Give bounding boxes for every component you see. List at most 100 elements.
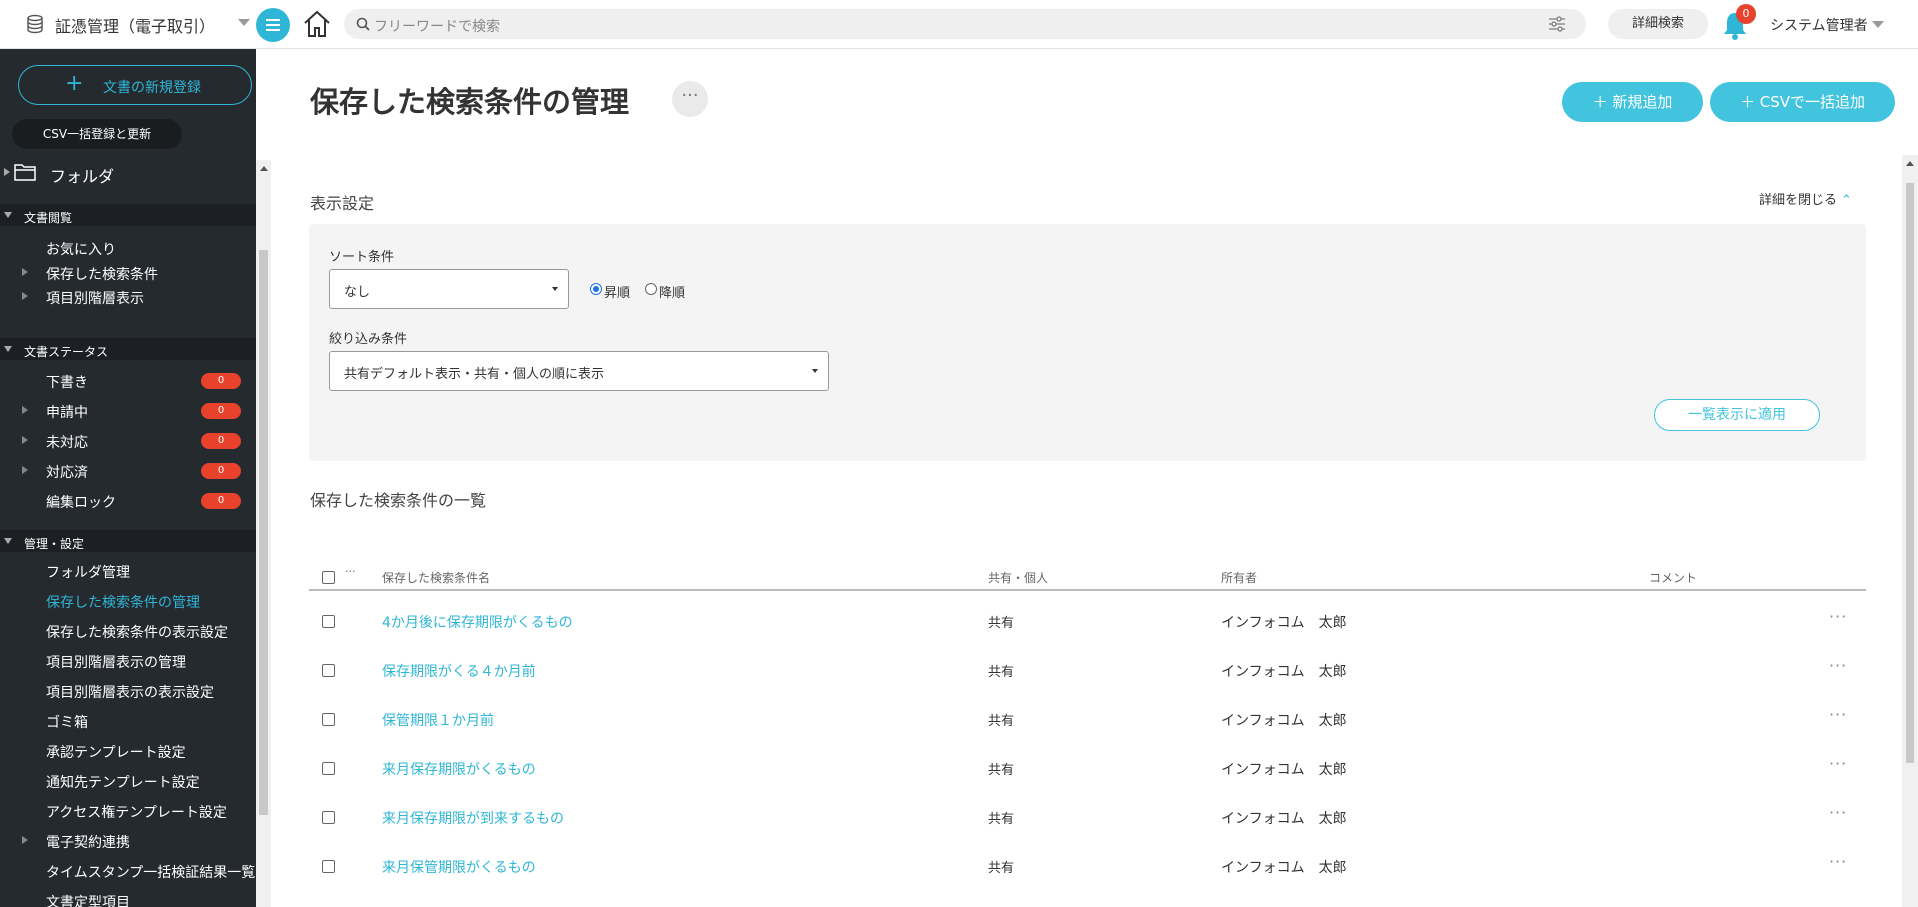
column-header-comment[interactable]: コメント — [1649, 569, 1697, 586]
main-scrollbar[interactable] — [1902, 155, 1918, 907]
sort-select[interactable]: なし — [329, 269, 569, 309]
expand-icon[interactable] — [4, 168, 10, 176]
apply-to-list-button[interactable]: 一覧表示に適用 — [1654, 399, 1820, 431]
collapse-icon — [4, 212, 12, 218]
column-menu-icon[interactable]: ··· — [345, 565, 356, 578]
section-status[interactable]: 文書ステータス — [0, 338, 256, 360]
column-header-share[interactable]: 共有・個人 — [988, 569, 1048, 586]
row-checkbox[interactable] — [322, 664, 335, 677]
section-admin[interactable]: 管理・設定 — [0, 530, 256, 552]
sidebar-item-label: 承認テンプレート設定 — [46, 745, 186, 761]
sidebar-item-access-template[interactable]: アクセス権テンプレート設定 — [0, 796, 256, 824]
scroll-up-icon[interactable] — [1906, 161, 1914, 166]
home-icon[interactable] — [302, 9, 332, 39]
sidebar-item-unhandled[interactable]: 未対応 0 — [0, 426, 256, 454]
table-row: 来月保存期限が到来するもの 共有 インフォコム 太郎 ··· — [309, 793, 1866, 842]
expand-icon[interactable] — [22, 836, 28, 844]
share-cell: 共有 — [988, 714, 1015, 729]
expand-icon[interactable] — [22, 406, 28, 414]
expand-icon[interactable] — [22, 292, 28, 300]
saved-search-link[interactable]: 来月保管期限がくるもの — [382, 857, 536, 877]
expand-icon[interactable] — [22, 268, 28, 276]
filter-value: 共有デフォルト表示・共有・個人の順に表示 — [344, 367, 605, 382]
sidebar-item-label: 項目別階層表示の管理 — [46, 655, 186, 671]
row-more-button[interactable]: ··· — [1829, 656, 1847, 675]
csv-bulk-add-button[interactable]: ＋ CSVで一括追加 — [1710, 82, 1895, 122]
sidebar-item-fixed-fields[interactable]: 文書定型項目 — [0, 886, 256, 907]
add-new-label: 新規追加 — [1612, 93, 1673, 111]
scrollbar-thumb[interactable] — [259, 250, 268, 815]
search-input[interactable]: フリーワードで検索 — [374, 16, 500, 36]
sidebar-item-approval-template[interactable]: 承認テンプレート設定 — [0, 736, 256, 764]
row-more-button[interactable]: ··· — [1829, 705, 1847, 724]
row-checkbox[interactable] — [322, 762, 335, 775]
folder-label: フォルダ — [50, 167, 115, 186]
row-checkbox[interactable] — [322, 713, 335, 726]
sidebar-item-e-contract[interactable]: 電子契約連携 — [0, 826, 256, 854]
saved-search-link[interactable]: 保管期限１か月前 — [382, 710, 494, 730]
sidebar-item-draft[interactable]: 下書き 0 — [0, 366, 256, 394]
saved-search-link[interactable]: 保存期限がくる４か月前 — [382, 661, 536, 681]
sidebar-item-folder[interactable]: フォルダ — [0, 157, 256, 187]
sidebar: + 文書の新規登録 CSV一括登録と更新 フォルダ 文書閲覧 お気に入り 保存し… — [0, 49, 256, 907]
scroll-up-icon[interactable] — [260, 166, 268, 171]
sidebar-item-notify-template[interactable]: 通知先テンプレート設定 — [0, 766, 256, 794]
advanced-search-button[interactable]: 詳細検索 — [1608, 9, 1708, 39]
menu-toggle-button[interactable] — [256, 8, 290, 42]
row-more-button[interactable]: ··· — [1829, 852, 1847, 871]
new-document-button[interactable]: + 文書の新規登録 — [18, 65, 252, 105]
row-checkbox[interactable] — [322, 860, 335, 873]
page-title: 保存した検索条件の管理 — [310, 85, 630, 119]
chevron-up-icon: ⌃ — [1841, 193, 1852, 208]
saved-search-link[interactable]: 来月保存期限が到来するもの — [382, 808, 564, 828]
expand-icon[interactable] — [22, 466, 28, 474]
app-switcher[interactable]: 証憑管理（電子取引） — [0, 0, 256, 49]
sidebar-scrollbar[interactable] — [256, 160, 271, 907]
select-all-checkbox[interactable] — [322, 571, 335, 584]
column-header-name[interactable]: 保存した検索条件名 — [382, 569, 490, 586]
sidebar-item-hierarchy-admin[interactable]: 項目別階層表示の管理 — [0, 646, 256, 674]
sidebar-item-folder-admin[interactable]: フォルダ管理 — [0, 556, 256, 584]
saved-search-link[interactable]: 4か月後に保存期限がくるもの — [382, 612, 573, 632]
sort-label: ソート条件 — [329, 250, 395, 265]
owner-cell: インフォコム 太郎 — [1221, 762, 1347, 778]
owner-cell: インフォコム 太郎 — [1221, 860, 1347, 876]
order-desc-radio[interactable] — [645, 283, 657, 295]
row-more-button[interactable]: ··· — [1829, 607, 1847, 626]
sidebar-item-favorites[interactable]: お気に入り — [0, 233, 256, 261]
row-more-button[interactable]: ··· — [1829, 754, 1847, 773]
order-asc-radio[interactable] — [590, 283, 602, 295]
collapse-details-link[interactable]: 詳細を閉じる ⌃ — [1759, 189, 1852, 208]
sidebar-item-handled[interactable]: 対応済 0 — [0, 456, 256, 484]
sidebar-item-label: 対応済 — [46, 465, 88, 481]
column-header-owner[interactable]: 所有者 — [1221, 569, 1257, 586]
sidebar-item-label: 通知先テンプレート設定 — [46, 775, 200, 791]
filter-settings-icon[interactable] — [1548, 16, 1566, 32]
count-badge: 0 — [201, 463, 241, 479]
csv-bulk-button[interactable]: CSV一括登録と更新 — [12, 119, 182, 149]
row-more-button[interactable]: ··· — [1829, 803, 1847, 822]
row-checkbox[interactable] — [322, 811, 335, 824]
sidebar-item-hierarchy-display[interactable]: 項目別階層表示の表示設定 — [0, 676, 256, 704]
saved-search-link[interactable]: 来月保存期限がくるもの — [382, 759, 536, 779]
user-menu[interactable]: システム管理者 — [1770, 15, 1868, 35]
scrollbar-thumb[interactable] — [1906, 183, 1914, 763]
expand-icon[interactable] — [22, 436, 28, 444]
row-checkbox[interactable] — [322, 615, 335, 628]
table-row: 保管期限１か月前 共有 インフォコム 太郎 ··· — [309, 695, 1866, 744]
sidebar-item-applying[interactable]: 申請中 0 — [0, 396, 256, 424]
search-bar[interactable]: フリーワードで検索 — [344, 9, 1586, 39]
sidebar-item-trash[interactable]: ゴミ箱 — [0, 706, 256, 734]
section-browse[interactable]: 文書閲覧 — [0, 204, 256, 226]
sidebar-item-edit-lock[interactable]: 編集ロック 0 — [0, 486, 256, 514]
sidebar-item-saved-search-admin[interactable]: 保存した検索条件の管理 — [0, 586, 256, 614]
add-new-button[interactable]: ＋ 新規追加 — [1562, 82, 1703, 122]
filter-select[interactable]: 共有デフォルト表示・共有・個人の順に表示 — [329, 351, 829, 391]
chevron-down-icon[interactable] — [1872, 21, 1884, 28]
more-options-button[interactable]: ··· — [672, 81, 708, 117]
section-title: 文書ステータス — [24, 345, 109, 359]
chevron-down-icon — [238, 19, 250, 26]
sidebar-item-saved-search-display[interactable]: 保存した検索条件の表示設定 — [0, 616, 256, 644]
sidebar-item-hierarchy[interactable]: 項目別階層表示 — [0, 282, 256, 310]
sidebar-item-timestamp-results[interactable]: タイムスタンプ一括検証結果一覧 — [0, 856, 256, 884]
